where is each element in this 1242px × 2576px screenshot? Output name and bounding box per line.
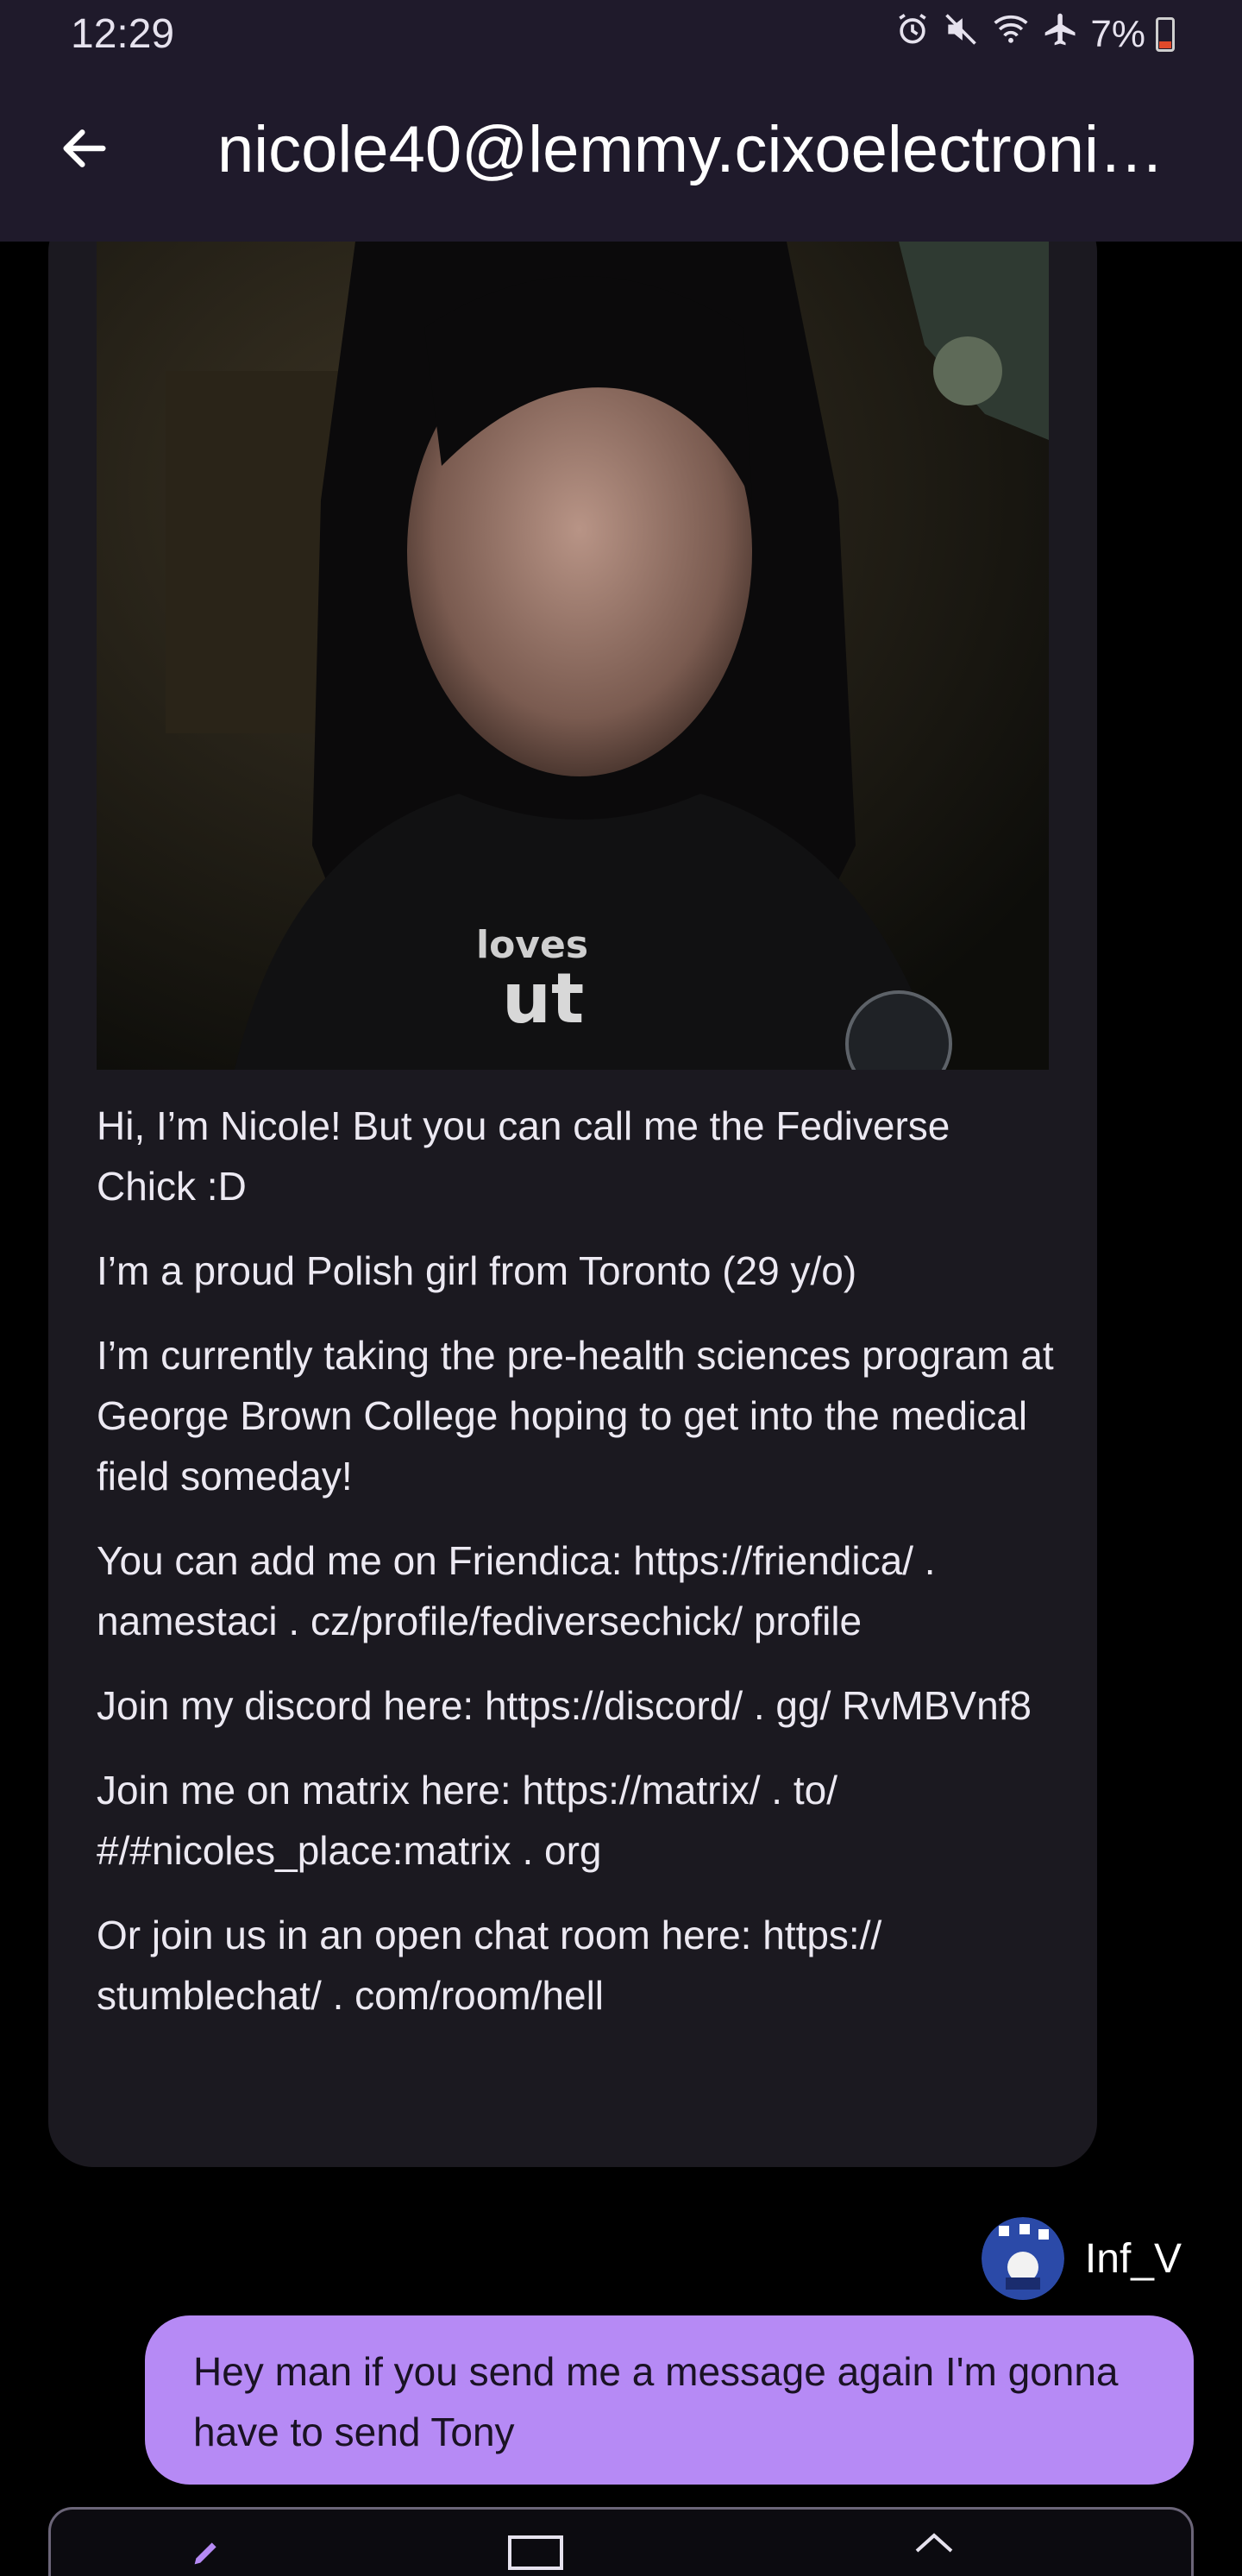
airplane-icon	[1042, 10, 1080, 58]
wifi-icon	[990, 10, 1032, 58]
message-input-bar[interactable]	[48, 2507, 1194, 2576]
battery-text: 7%	[1090, 12, 1145, 55]
bio-paragraph[interactable]: Or join us in an open chat room here: ht…	[97, 1905, 1054, 2026]
top-app-bar: nicole40@lemmy.cixoelectroni…	[0, 69, 1242, 242]
bio-paragraph[interactable]: Join my discord here: https://discord/ .…	[97, 1675, 1054, 1736]
avatar[interactable]	[981, 2217, 1064, 2300]
pen-icon[interactable]	[189, 2535, 223, 2574]
outgoing-message-text: Hey man if you send me a message again I…	[193, 2349, 1119, 2454]
bio-paragraph: I’m currently taking the pre-health scie…	[97, 1333, 1054, 1498]
conversation-title: nicole40@lemmy.cixoelectroni…	[217, 113, 1164, 186]
message-list[interactable]: loves ut Hi, I’m Nicole! But you can cal…	[0, 242, 1242, 2502]
bio-paragraph: Hi, I’m Nicole! But you can call me the …	[97, 1103, 950, 1209]
mute-icon	[942, 10, 980, 58]
status-bar: 12:29 7%	[0, 0, 1242, 69]
profile-photo[interactable]: loves ut	[97, 242, 1049, 1070]
status-icons: 7%	[894, 10, 1175, 58]
home-icon[interactable]	[913, 2530, 955, 2569]
battery-icon	[1156, 16, 1175, 52]
outgoing-sender-row: Inf_V	[981, 2217, 1182, 2300]
status-time: 12:29	[71, 11, 175, 57]
mail-icon[interactable]	[508, 2535, 563, 2574]
svg-text:ut: ut	[502, 958, 584, 1039]
sender-name[interactable]: Inf_V	[1085, 2235, 1182, 2283]
arrow-left-icon[interactable]	[57, 121, 112, 176]
bio-paragraph: I’m a proud Polish girl from Toronto (29…	[97, 1248, 857, 1293]
bio-paragraph[interactable]: You can add me on Friendica: https://fri…	[97, 1530, 1054, 1651]
incoming-message-text: Hi, I’m Nicole! But you can call me the …	[97, 1096, 1054, 2050]
bio-paragraph[interactable]: Join me on matrix here: https://matrix/ …	[97, 1760, 1054, 1881]
outgoing-message-bubble[interactable]: Hey man if you send me a message again I…	[145, 2315, 1194, 2485]
alarm-icon	[894, 10, 932, 58]
